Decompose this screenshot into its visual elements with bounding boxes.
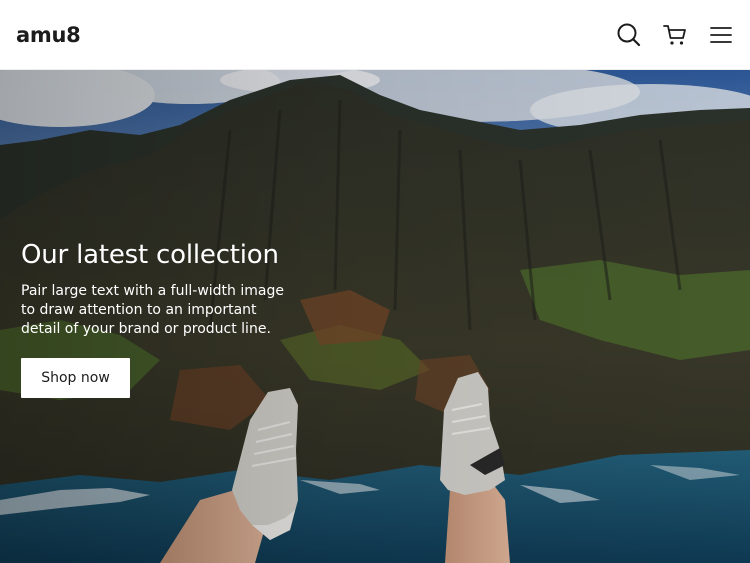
- search-icon: [617, 23, 641, 46]
- hero-content: Our latest collection Pair large text wi…: [21, 238, 301, 398]
- hero-banner: Our latest collection Pair large text wi…: [0, 70, 750, 563]
- header-icons: [616, 22, 734, 48]
- hero-title: Our latest collection: [21, 240, 279, 270]
- search-button[interactable]: [616, 22, 642, 48]
- cart-button[interactable]: [662, 22, 688, 48]
- menu-button[interactable]: [708, 22, 734, 48]
- shop-now-button[interactable]: Shop now: [21, 358, 130, 398]
- menu-icon: [710, 26, 732, 43]
- cart-icon: [663, 24, 686, 45]
- logo[interactable]: amu8: [16, 23, 81, 47]
- hero-description: Pair large text with a full-width image …: [21, 283, 284, 337]
- site-header: amu8: [0, 0, 750, 70]
